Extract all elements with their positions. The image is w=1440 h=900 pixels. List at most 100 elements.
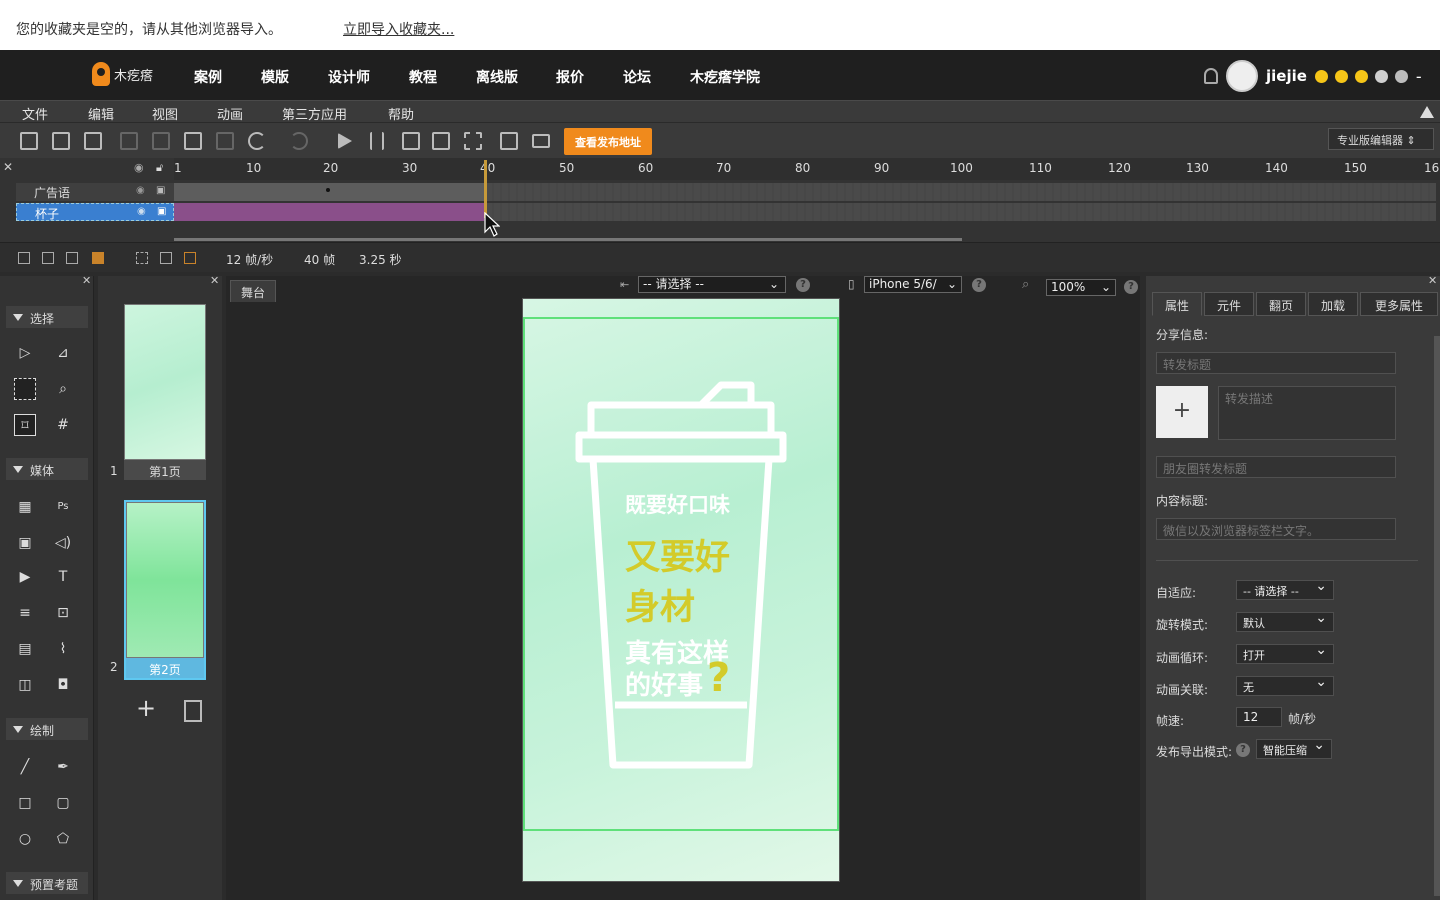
grid-tool-icon[interactable]: #	[52, 414, 74, 436]
image-icon[interactable]: ▣	[14, 532, 36, 554]
nav-link-tutorials[interactable]: 教程	[409, 67, 437, 87]
keyframe-span[interactable]	[174, 183, 484, 201]
nav-link-pricing[interactable]: 报价	[556, 67, 584, 87]
pen-tool-icon[interactable]: ✒	[52, 756, 74, 778]
close-pages-icon[interactable]: ✕	[210, 274, 219, 287]
nav-link-offline[interactable]: 离线版	[476, 67, 518, 87]
visibility-all-icon[interactable]: ◉	[134, 161, 144, 174]
html-widget-icon[interactable]: ▤	[14, 638, 36, 660]
line-tool-icon[interactable]: ╱	[14, 756, 36, 778]
sub-select-tool-icon[interactable]: ⊿	[52, 342, 74, 364]
chart-icon[interactable]: ⌇	[52, 638, 74, 660]
scene-select[interactable]: -- 请选择 -- ⌄	[638, 276, 786, 293]
section-select[interactable]: 选择	[6, 306, 88, 328]
tab-loading[interactable]: 加载	[1308, 292, 1358, 316]
photoshop-import-icon[interactable]: Ps	[52, 496, 74, 518]
edit-frames-icon[interactable]	[160, 252, 172, 264]
keyframe-dot[interactable]	[326, 188, 330, 192]
tab-symbols[interactable]: 元件	[1204, 292, 1254, 316]
zoom-tool-icon[interactable]: ⌕	[52, 378, 74, 400]
transform-tool-icon[interactable]	[14, 378, 36, 400]
stage-tab[interactable]: 舞台	[230, 280, 276, 302]
print-icon[interactable]	[532, 134, 550, 148]
tab-properties[interactable]: 属性	[1152, 292, 1202, 316]
close-timeline-icon[interactable]: ✕	[3, 160, 13, 174]
add-layer-icon[interactable]	[18, 252, 30, 264]
frame-icon[interactable]: ⊡	[52, 602, 74, 624]
save-icon[interactable]	[84, 132, 102, 150]
rotate-mode-select[interactable]: 默认	[1236, 610, 1334, 632]
frame-rate-input[interactable]: 12	[1236, 707, 1282, 727]
menu-edit[interactable]: 编辑	[88, 104, 114, 123]
tab-page-turn[interactable]: 翻页	[1256, 292, 1306, 316]
export-mode-select[interactable]: 智能压缩	[1256, 737, 1332, 759]
layer-lock-icon[interactable]: ▣	[156, 185, 165, 196]
close-tools-icon[interactable]: ✕	[82, 274, 91, 287]
zoom-select[interactable]: 100% ⌄	[1046, 279, 1116, 296]
preview-icon[interactable]	[432, 132, 450, 150]
collapse-toolbar-icon[interactable]	[1420, 106, 1434, 118]
gallery-icon[interactable]: ◫	[14, 674, 36, 696]
camera-icon[interactable]: ◘	[52, 674, 74, 696]
paragraph-icon[interactable]: ≡	[14, 602, 36, 624]
share-image-add-icon[interactable]: +	[1156, 386, 1208, 438]
text-icon[interactable]: T	[52, 566, 74, 588]
close-properties-icon[interactable]: ✕	[1428, 274, 1437, 287]
qrcode-icon[interactable]	[464, 132, 482, 150]
nav-link-cases[interactable]: 案例	[194, 67, 222, 87]
rounded-rect-tool-icon[interactable]: ▢	[52, 792, 74, 814]
share-description-field[interactable]: 转发描述	[1218, 386, 1396, 440]
open-folder-icon[interactable]	[52, 132, 70, 150]
page-thumbnail-2[interactable]: 第2页	[124, 500, 206, 680]
moments-title-field[interactable]: 朋友圈转发标题	[1156, 456, 1396, 478]
user-menu-dash[interactable]: -	[1416, 67, 1422, 86]
section-draw[interactable]: 绘制	[6, 718, 88, 740]
site-logo[interactable]: 木疙瘩	[92, 62, 153, 86]
menu-view[interactable]: 视图	[152, 104, 178, 123]
nav-link-forum[interactable]: 论坛	[623, 67, 651, 87]
content-title-field[interactable]: 微信以及浏览器标签栏文字。	[1156, 518, 1396, 540]
nav-link-designers[interactable]: 设计师	[328, 67, 370, 87]
components-icon[interactable]: ▦	[14, 496, 36, 518]
properties-scrollbar[interactable]	[1434, 336, 1440, 896]
timeline-scrollbar[interactable]	[174, 238, 962, 241]
delete-icon[interactable]	[216, 132, 234, 150]
nav-link-templates[interactable]: 模版	[261, 67, 289, 87]
scene-help-icon[interactable]: ?	[796, 278, 810, 292]
notification-bell-icon[interactable]	[1204, 68, 1218, 84]
animation-link-select[interactable]: 无	[1236, 674, 1334, 696]
layer-row-slogan[interactable]: 广告语 ◉ ▣	[16, 183, 174, 201]
delete-layer-icon[interactable]	[66, 252, 78, 264]
layer-lock-icon[interactable]: ▣	[157, 206, 166, 217]
tab-more-properties[interactable]: 更多属性	[1360, 292, 1438, 316]
share-title-field[interactable]: 转发标题	[1156, 352, 1396, 374]
add-page-from-template-icon[interactable]	[184, 700, 202, 722]
avatar[interactable]	[1226, 60, 1258, 92]
rectangle-tool-icon[interactable]: □	[14, 792, 36, 814]
paste-icon[interactable]	[184, 132, 202, 150]
layer-color-icon[interactable]	[92, 252, 104, 264]
editor-edition-select[interactable]: 专业版编辑器 ⇕	[1328, 128, 1434, 150]
menu-file[interactable]: 文件	[22, 104, 48, 123]
adapt-select[interactable]: -- 请选择 --	[1236, 578, 1334, 600]
frame-settings-icon[interactable]	[184, 252, 196, 264]
lock-all-icon[interactable]: 🔓︎	[156, 161, 163, 175]
layer-visibility-icon[interactable]: ◉	[137, 206, 146, 217]
tween-span[interactable]	[174, 203, 484, 221]
menu-help[interactable]: 帮助	[388, 104, 414, 123]
device-help-icon[interactable]: ?	[972, 278, 986, 292]
page-thumbnail-1[interactable]: 第1页	[124, 304, 206, 480]
export-help-icon[interactable]: ?	[1236, 743, 1250, 757]
copy-icon[interactable]	[152, 132, 170, 150]
import-favorites-link[interactable]: 立即导入收藏夹...	[343, 19, 454, 39]
menu-third-party[interactable]: 第三方应用	[282, 104, 347, 123]
phone-canvas[interactable]: 既要好口味 又要好 身材 真有这样 的好事 ?	[522, 298, 840, 882]
align-icon[interactable]: ⇤	[620, 278, 629, 291]
cut-icon[interactable]	[120, 132, 138, 150]
stop-icon[interactable]	[402, 132, 420, 150]
section-preset-quiz[interactable]: 预置考题	[6, 872, 88, 894]
view-publish-url-button[interactable]: 查看发布地址	[564, 128, 652, 155]
polygon-tool-icon[interactable]: ⬠	[52, 828, 74, 850]
layer-visibility-icon[interactable]: ◉	[136, 185, 145, 196]
redo-icon[interactable]	[290, 132, 308, 150]
